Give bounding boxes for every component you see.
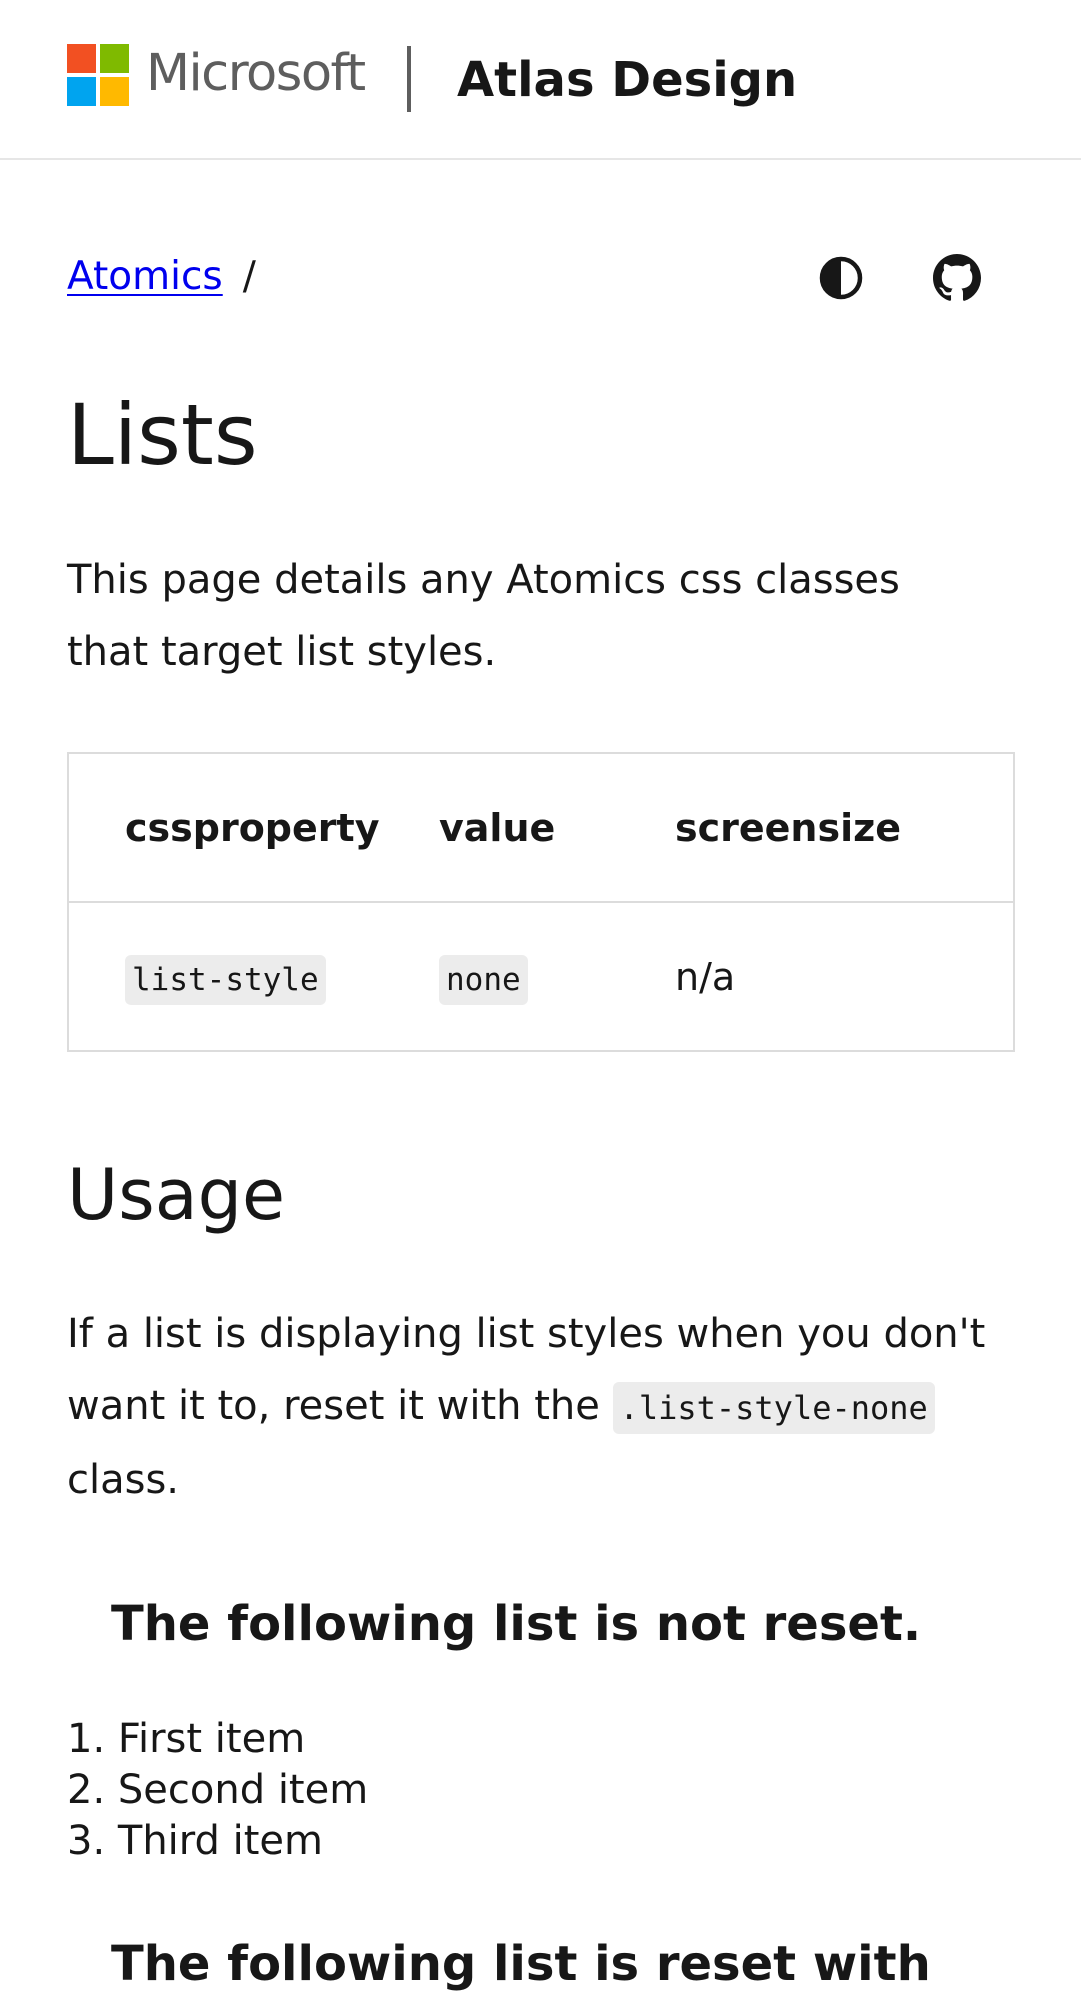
- list-item: 3. Third item: [67, 1818, 324, 1864]
- usage-code: .list-style-none: [612, 1382, 935, 1434]
- column-header-screensize: screensize: [675, 805, 902, 850]
- cell-value: none: [439, 902, 675, 1051]
- breadcrumb-separator: /: [242, 254, 256, 299]
- usage-heading: Usage: [67, 1154, 286, 1236]
- breadcrumb-link-atomics[interactable]: Atomics: [67, 254, 223, 299]
- example-heading-reset: The following list is reset with: [111, 1936, 931, 1992]
- code-value: none: [439, 954, 528, 1005]
- logo-square-green: [100, 44, 129, 73]
- usage-text-after: class.: [67, 1457, 180, 1503]
- css-classes-table: cssproperty value screensize list-style …: [67, 752, 1015, 1052]
- column-header-value: value: [439, 805, 556, 850]
- logo-square-yellow: [100, 77, 129, 106]
- microsoft-wordmark[interactable]: Microsoft: [146, 43, 366, 105]
- page-title: Lists: [67, 386, 258, 484]
- page-intro: This page details any Atomics css classe…: [67, 557, 900, 675]
- cell-screensize: n/a: [675, 954, 736, 999]
- ordered-list-not-reset: 1. First item 2. Second item 3. Third it…: [67, 1714, 368, 1867]
- list-item: 2. Second item: [67, 1767, 369, 1813]
- logo-square-red: [67, 44, 96, 73]
- contrast-icon[interactable]: [817, 254, 865, 302]
- usage-paragraph: If a list is displaying list styles when…: [67, 1298, 987, 1516]
- site-header: Microsoft Atlas Design: [0, 0, 1081, 160]
- site-title[interactable]: Atlas Design: [457, 50, 797, 110]
- example-heading-not-reset: The following list is not reset.: [111, 1596, 922, 1652]
- list-item-label: Second item: [117, 1767, 369, 1813]
- table-header-row: cssproperty value screensize: [68, 753, 1014, 902]
- column-header-cssproperty: cssproperty: [125, 805, 380, 850]
- list-item: 1. First item: [67, 1716, 306, 1762]
- code-cssproperty: list-style: [125, 954, 326, 1005]
- breadcrumb: Atomics /: [67, 252, 256, 302]
- microsoft-logo-icon[interactable]: [67, 44, 129, 106]
- list-item-label: Third item: [117, 1818, 324, 1864]
- logo-square-blue: [67, 77, 96, 106]
- table-row: list-style none n/a: [68, 902, 1014, 1051]
- cell-cssproperty: list-style: [68, 902, 439, 1051]
- github-icon[interactable]: [933, 254, 981, 302]
- header-divider: [407, 46, 411, 112]
- list-item-label: First item: [117, 1716, 306, 1762]
